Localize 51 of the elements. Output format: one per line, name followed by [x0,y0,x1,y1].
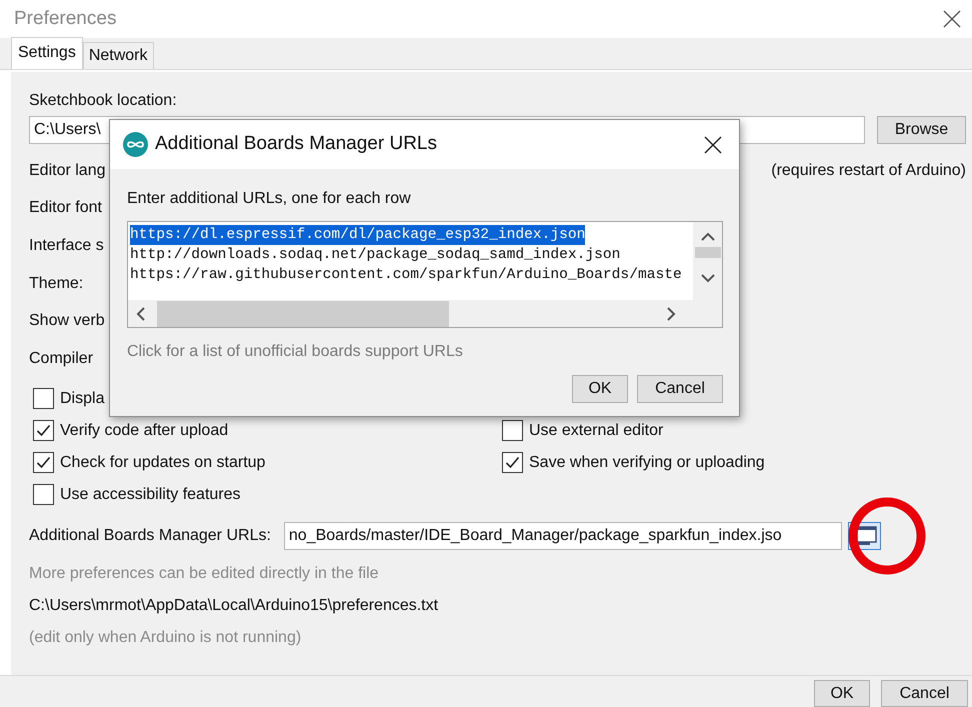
field-label: Theme: [29,274,84,294]
scroll-right-icon[interactable] [667,306,676,320]
field-label: Additional Boards Manager URLs: [29,526,271,546]
field-label: Editor font [29,198,102,218]
hint-text: More preferences can be edited directly in the file [29,564,380,584]
tab[interactable]: Settings [11,37,83,69]
tab[interactable]: Network [82,42,154,69]
checkbox[interactable] [502,452,523,474]
url-line[interactable]: https://raw.githubusercontent.com/sparkfun/Arduino_Boards/maste [130,265,682,285]
checkbox-label: Verify code after upload [60,420,228,441]
close-icon[interactable] [942,9,962,29]
checkbox-label: Use accessibility features [60,484,241,505]
checkbox[interactable] [33,452,54,474]
field-label: Sketchbook location: [29,91,178,111]
checkbox-label: Displa [60,388,104,409]
cancel-button[interactable]: Cancel [637,375,723,403]
checkbox[interactable] [33,420,54,442]
scrollbar-thumb[interactable] [694,247,720,258]
checkmark-icon [505,456,520,470]
infinity-logo-icon [123,132,148,157]
url-line[interactable]: http://downloads.sodaq.net/package_sodaq_samd_index.json [130,245,620,265]
checkbox-label: Save when verifying or uploading [529,452,765,473]
scroll-left-icon[interactable] [136,306,145,320]
checkbox-label: Use external editor [529,420,664,441]
window-title: Preferences [14,6,116,31]
ok-button[interactable]: OK [814,680,870,707]
url-text-area[interactable]: https://dl.espressif.com/dl/package_esp32_index.json http://downloads.sodaq.net/package_sodaq_samd_index.json https://raw.githubusercontent.com/sparkfun/Arduino_Boards/maste [127,221,723,328]
checkbox[interactable] [502,420,523,442]
checkmark-icon [36,424,51,438]
field-label: Editor lang [29,160,106,181]
hint-text: (edit only when Arduino is not running) [29,628,302,648]
field-label: Compiler [29,348,94,369]
checkmark-icon [36,456,51,470]
input-field[interactable]: no_Boards/master/IDE_Board_Manager/package_sparkfun_index.jso [284,522,842,550]
cancel-button[interactable]: Cancel [881,680,968,707]
field-label: Interface s [29,236,104,256]
boards-link[interactable]: Click for a list of unofficial boards support URLs [127,340,723,364]
ok-button[interactable]: OK [572,375,628,403]
file-path: C:\Users\mrmot\AppData\Local\Arduino15\preferences.txt [29,596,440,616]
scroll-down-icon[interactable] [700,274,714,283]
prompt-text: Enter additional URLs, one for each row [127,189,412,209]
field-label: Show verb [29,311,105,332]
scroll-up-icon[interactable] [700,232,714,241]
checkbox[interactable] [33,388,54,410]
checkbox-label: Check for updates on startup [60,452,266,473]
scrollbar-thumb[interactable] [157,300,449,326]
browse-button[interactable]: Browse [877,116,966,144]
note-text: (requires restart of Arduino) [771,160,966,181]
close-icon[interactable] [703,134,723,154]
checkbox[interactable] [33,484,54,506]
dialog-title: Additional Boards Manager URLs [155,132,438,156]
